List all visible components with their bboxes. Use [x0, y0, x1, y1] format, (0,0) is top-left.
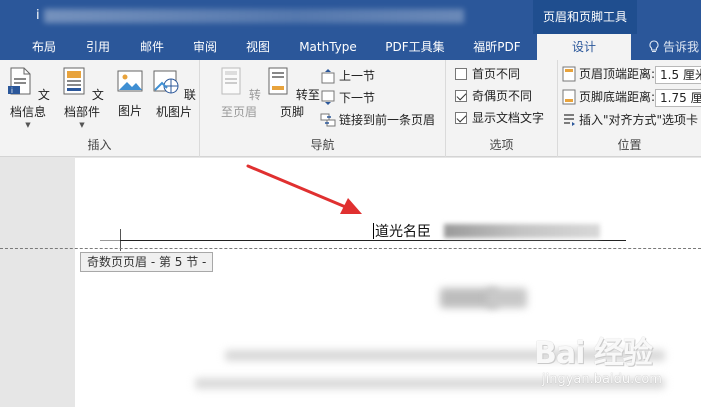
- header-text-value: 道光名臣: [375, 224, 431, 240]
- tell-me-search[interactable]: 告诉我: [648, 34, 699, 60]
- baidu-jingyan-watermark: Bai 经验 jingyan.baidu.com: [520, 322, 700, 402]
- align-tab-icon: [564, 114, 575, 126]
- show-doc-text-checkbox[interactable]: 显示文档文字: [455, 108, 544, 128]
- insert-align-tab-button[interactable]: 插入"对齐方式"选项卡: [562, 110, 698, 130]
- first-page-different-label: 首页不同: [472, 67, 521, 81]
- header-top-label: 页眉顶端距离:: [579, 67, 656, 81]
- watermark-logo-text: Bai 经验: [534, 336, 653, 371]
- picture-button[interactable]: 图片: [110, 66, 150, 119]
- tab-view[interactable]: 视图: [236, 34, 280, 60]
- online-picture-button[interactable]: 联机图片: [148, 66, 200, 120]
- odd-even-different-label: 奇偶页不同: [472, 89, 533, 103]
- options-group: 首页不同 奇偶页不同 显示文档文字 选项: [446, 60, 558, 157]
- next-section-icon: [321, 90, 335, 105]
- position-group-label: 位置: [617, 138, 642, 152]
- doc-info-button[interactable]: i 文档信息 ▼: [2, 66, 54, 129]
- show-doc-text-label: 显示文档文字: [472, 111, 545, 125]
- title-bar: i 页眉和页脚工具: [0, 0, 701, 34]
- document-info-icon: i: [8, 67, 31, 95]
- insert-align-tab-label: 插入"对齐方式"选项卡: [579, 113, 699, 127]
- red-arrow-icon: [246, 164, 362, 214]
- navigation-group: 转至页眉 转至页脚 上一节 下一节 链接到前一条页眉 导航: [200, 60, 446, 157]
- app-title-char: i: [36, 8, 40, 23]
- navigation-group-label: 导航: [310, 138, 335, 152]
- link-chain-icon: [320, 113, 336, 127]
- footer-bottom-distance: 页脚底端距离:1.75 厘米: [562, 87, 701, 107]
- header-top-distance: 页眉顶端距离:1.5 厘米: [562, 64, 701, 84]
- online-picture-icon: [153, 70, 179, 94]
- options-group-label: 选项: [489, 138, 514, 152]
- checkbox-checked-icon: [455, 90, 467, 102]
- tab-references[interactable]: 引用: [76, 34, 120, 60]
- insert-group-label: 插入: [87, 138, 112, 152]
- document-parts-icon: [63, 67, 85, 95]
- blurred-heading: [487, 288, 527, 308]
- tab-review[interactable]: 审阅: [183, 34, 227, 60]
- tab-foxit-pdf[interactable]: 福昕PDF: [462, 34, 532, 60]
- picture-icon: [117, 70, 143, 92]
- goto-footer-button[interactable]: 转至页脚: [264, 66, 320, 120]
- footer-bottom-label: 页脚底端距离:: [579, 90, 656, 104]
- doc-parts-button[interactable]: 文档部件 ▼: [56, 66, 108, 129]
- header-text[interactable]: 道光名臣: [373, 221, 431, 241]
- chevron-down-icon: ▼: [25, 121, 31, 129]
- tab-pdf-tools[interactable]: PDF工具集: [376, 34, 454, 60]
- odd-page-header-label: 奇数页页眉 - 第 5 节 -: [80, 252, 214, 272]
- tell-me-label: 告诉我: [663, 40, 700, 54]
- previous-section-icon: [321, 69, 335, 84]
- tab-mathtype[interactable]: MathType: [290, 34, 366, 60]
- header-distance-icon: [562, 66, 576, 82]
- goto-header-icon: [221, 67, 241, 95]
- tab-design[interactable]: 设计: [537, 34, 631, 60]
- previous-section-label: 上一节: [339, 69, 376, 83]
- checkbox-checked-icon: [455, 112, 467, 124]
- footer-bottom-input[interactable]: 1.75 厘米: [655, 88, 701, 107]
- svg-text:i: i: [11, 87, 13, 95]
- header-margin-mark: [100, 240, 120, 241]
- first-page-different-checkbox[interactable]: 首页不同: [455, 64, 520, 84]
- previous-section-button[interactable]: 上一节: [320, 66, 375, 86]
- ribbon: i 文档信息 ▼ 文档部件 ▼ 图片 联机图片 插入 转至页眉 转至页脚 上一节…: [0, 60, 701, 157]
- tab-mailings[interactable]: 邮件: [130, 34, 174, 60]
- chevron-down-icon: ▼: [79, 121, 85, 129]
- link-previous-button[interactable]: 链接到前一条页眉: [320, 110, 435, 130]
- next-section-button[interactable]: 下一节: [320, 88, 375, 108]
- odd-even-different-checkbox[interactable]: 奇偶页不同: [455, 86, 532, 106]
- ribbon-tab-row: 布局 引用 邮件 审阅 视图 MathType PDF工具集 福昕PDF 设计 …: [0, 34, 701, 60]
- goto-header-button[interactable]: 转至页眉: [212, 66, 266, 120]
- lightbulb-icon: [649, 40, 659, 53]
- position-group: 页眉顶端距离:1.5 厘米 页脚底端距离:1.75 厘米 插入"对齐方式"选项卡…: [558, 60, 701, 157]
- context-tab-group-title: 页眉和页脚工具: [533, 0, 637, 34]
- checkbox-unchecked-icon: [455, 68, 467, 80]
- header-top-input[interactable]: 1.5 厘米: [655, 65, 701, 84]
- link-previous-label: 链接到前一条页眉: [339, 113, 436, 127]
- blurred-header-text: [444, 224, 600, 238]
- goto-footer-icon: [268, 67, 288, 95]
- tab-layout[interactable]: 布局: [22, 34, 66, 60]
- insert-group: i 文档信息 ▼ 文档部件 ▼ 图片 联机图片 插入: [0, 60, 200, 157]
- watermark-url: jingyan.baidu.com: [542, 372, 662, 387]
- next-section-label: 下一节: [339, 91, 376, 105]
- header-boundary-line: [0, 248, 701, 249]
- blurred-document-title: [44, 9, 464, 23]
- text-cursor: [373, 223, 374, 239]
- footer-distance-icon: [562, 89, 576, 105]
- picture-label: 图片: [117, 104, 142, 118]
